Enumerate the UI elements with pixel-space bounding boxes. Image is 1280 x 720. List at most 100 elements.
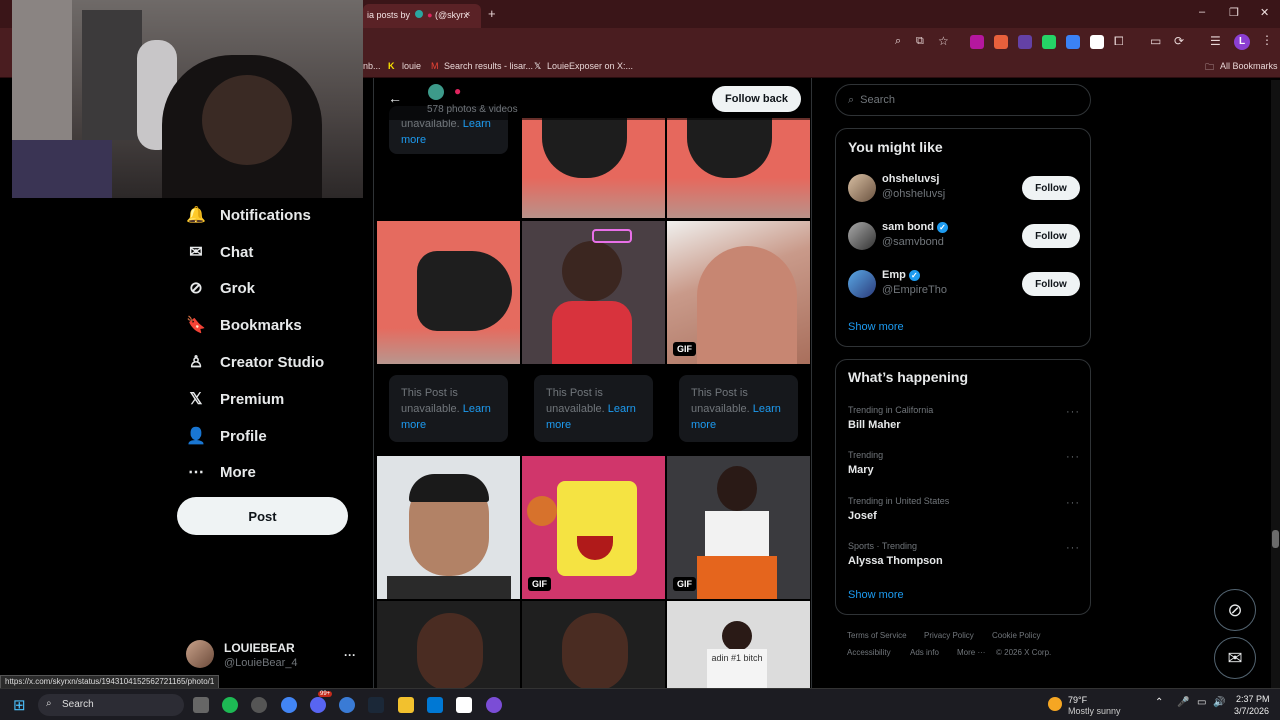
close-window-button[interactable]: ✕	[1260, 6, 1269, 19]
all-bookmarks[interactable]: All Bookmarks	[1220, 61, 1278, 71]
scrollbar-thumb[interactable]	[1272, 530, 1279, 548]
network-icon[interactable]: ▭	[1197, 697, 1206, 708]
extension-icon[interactable]	[994, 35, 1008, 49]
nav-item-notifications[interactable]: 🔔 Notifications	[186, 202, 311, 228]
trend-item[interactable]: Trending in United States Josef	[848, 496, 949, 522]
bookmark-item[interactable]: Search results - lisar...	[444, 61, 533, 71]
volume-icon[interactable]: 🔊	[1213, 697, 1225, 708]
account-suggestion[interactable]: Emp ✓ @EmpireTho	[882, 269, 947, 296]
browser-menu-icon[interactable]: ⋮	[1261, 33, 1273, 47]
profile-avatar[interactable]: L	[1234, 34, 1250, 50]
account-suggestion[interactable]: sam bond ✓ @samvbond	[882, 221, 949, 248]
extension-icon[interactable]	[1066, 35, 1080, 49]
extension-icon[interactable]	[1090, 35, 1104, 49]
footer-link[interactable]: Ads info	[910, 648, 939, 657]
task-view-icon[interactable]	[193, 697, 209, 713]
nav-item-profile[interactable]: 👤 Profile	[186, 423, 267, 449]
steam-icon[interactable]	[368, 697, 384, 713]
microphone-icon[interactable]: 🎤	[1177, 697, 1189, 708]
messages-fab-button[interactable]: ✉	[1214, 637, 1256, 679]
screenshot-icon[interactable]: ⟳	[1174, 34, 1184, 48]
whatsapp-extension-icon[interactable]	[1042, 35, 1056, 49]
media-thumbnail[interactable]: adin #1 bitch	[667, 601, 810, 688]
follow-button[interactable]: Follow	[1022, 272, 1080, 296]
store-icon[interactable]	[427, 697, 443, 713]
follow-button[interactable]: Follow	[1022, 224, 1080, 248]
media-thumbnail[interactable]: GIF	[522, 456, 665, 599]
media-thumbnail[interactable]: GIF	[667, 221, 810, 364]
avatar[interactable]	[848, 222, 876, 250]
bookmark-item[interactable]: LouieExposer on X:...	[547, 61, 633, 71]
follow-button[interactable]: Follow	[1022, 176, 1080, 200]
spotify-icon[interactable]	[222, 697, 238, 713]
media-thumbnail[interactable]	[522, 601, 665, 688]
footer-link[interactable]: Terms of Service	[847, 631, 907, 640]
trend-more-button[interactable]: ···	[1066, 497, 1080, 509]
account-suggestion[interactable]: ohsheluvsj @ohsheluvsj	[882, 173, 945, 200]
media-thumbnail[interactable]	[522, 118, 665, 218]
back-arrow-icon[interactable]: ←	[388, 90, 402, 106]
media-thumbnail[interactable]	[377, 221, 520, 364]
footer-link[interactable]: Privacy Policy	[924, 631, 974, 640]
media-thumbnail[interactable]: GIF	[667, 456, 810, 599]
trend-more-button[interactable]: ···	[1066, 406, 1080, 418]
settings-icon[interactable]	[339, 697, 355, 713]
media-thumbnail[interactable]	[377, 456, 520, 599]
new-tab-button[interactable]: +	[488, 6, 496, 21]
trend-item[interactable]: Trending Mary	[848, 450, 883, 476]
media-icon[interactable]: ▭	[1150, 34, 1161, 48]
clock-time[interactable]: 2:37 PM	[1236, 694, 1270, 704]
avatar[interactable]	[848, 270, 876, 298]
search-input[interactable]: ⌕ Search	[835, 84, 1091, 116]
nav-item-grok[interactable]: ⊘ Grok	[186, 275, 255, 301]
install-app-icon[interactable]: ⧉	[916, 35, 924, 48]
windows-start-icon[interactable]: ⊞	[13, 696, 26, 714]
account-more-button[interactable]: ···	[344, 648, 356, 662]
nav-item-chat[interactable]: ✉ Chat	[186, 239, 253, 265]
learn-more-link[interactable]: more	[401, 134, 426, 146]
trend-item[interactable]: Sports · Trending Alyssa Thompson	[848, 541, 943, 567]
trend-item[interactable]: Trending in California Bill Maher	[848, 405, 933, 431]
show-more-link[interactable]: Show more	[848, 589, 904, 601]
footer-link[interactable]: Cookie Policy	[992, 631, 1040, 640]
app-icon[interactable]	[251, 697, 267, 713]
nav-item-creator-studio[interactable]: ♙ Creator Studio	[186, 349, 324, 375]
post-button[interactable]: Post	[177, 497, 348, 535]
taskbar-search[interactable]: ⌕ Search	[38, 694, 184, 716]
page-scrollbar[interactable]	[1271, 80, 1280, 688]
media-thumbnail[interactable]	[522, 221, 665, 364]
chrome-icon[interactable]	[281, 697, 297, 713]
account-name[interactable]: LOUIEBEAR	[224, 641, 295, 655]
bookmark-item[interactable]: louie	[402, 61, 421, 71]
maximize-button[interactable]: ❐	[1229, 6, 1239, 19]
zoom-icon[interactable]: ⌕	[895, 35, 901, 48]
tab-close-button[interactable]: ×	[465, 9, 470, 19]
avatar[interactable]	[848, 174, 876, 202]
footer-link[interactable]: More ···	[957, 648, 985, 657]
tray-chevron-icon[interactable]: ⌃	[1155, 697, 1163, 708]
twitch-extension-icon[interactable]	[1018, 35, 1032, 49]
nav-item-bookmarks[interactable]: 🔖 Bookmarks	[186, 312, 302, 338]
bookmark-item[interactable]: nb...	[363, 61, 381, 71]
active-tab[interactable]: ia posts by ● (@skyrx ×	[363, 4, 481, 28]
app-icon[interactable]	[486, 697, 502, 713]
bookmark-star-icon[interactable]: ☆	[938, 34, 949, 48]
trend-more-button[interactable]: ···	[1066, 542, 1080, 554]
trend-more-button[interactable]: ···	[1066, 451, 1080, 463]
sidebar-icon[interactable]: ☰	[1210, 34, 1221, 48]
app-icon[interactable]	[456, 697, 472, 713]
minimize-button[interactable]: –	[1199, 6, 1205, 18]
grok-fab-button[interactable]: ⊘	[1214, 589, 1256, 631]
extensions-puzzle-icon[interactable]: ⧠	[1114, 34, 1124, 49]
weather-temp[interactable]: 79°F	[1068, 695, 1087, 705]
discord-icon[interactable]	[310, 697, 326, 713]
follow-back-button[interactable]: Follow back	[712, 86, 801, 112]
nav-item-premium[interactable]: 𝕏 Premium	[186, 386, 285, 412]
file-explorer-icon[interactable]	[398, 697, 414, 713]
extension-icon[interactable]	[970, 35, 984, 49]
media-thumbnail[interactable]	[377, 601, 520, 688]
avatar[interactable]	[186, 640, 214, 668]
nav-item-more[interactable]: ⋯ More	[186, 459, 256, 485]
media-thumbnail[interactable]	[667, 118, 810, 218]
footer-link[interactable]: Accessibility	[847, 648, 891, 657]
